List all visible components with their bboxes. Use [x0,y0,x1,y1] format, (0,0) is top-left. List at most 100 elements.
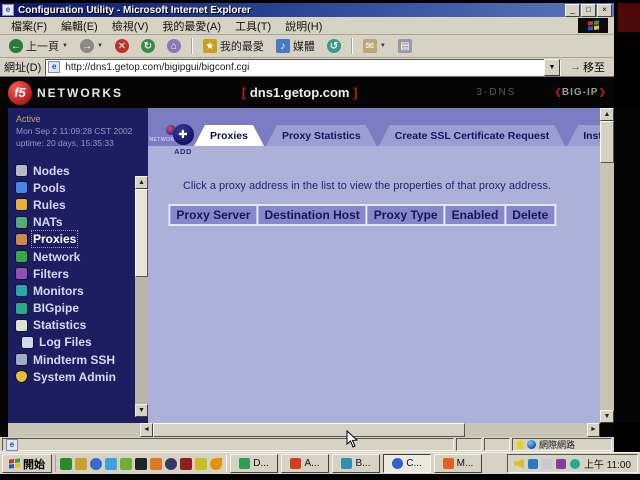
unit-status: Active [16,114,148,124]
horizontal-scrollbar[interactable] [153,423,587,437]
menu-favorites[interactable]: 我的最愛(A) [155,17,228,35]
quick-launch-icon-9[interactable] [180,458,192,470]
add-icon: ✚ [173,124,194,145]
forward-dropdown-icon[interactable]: ▼ [97,43,103,49]
sidebar-item-statistics[interactable]: Statistics [16,317,148,334]
tab-install-ssl-certificate[interactable]: Install SSL Certif [567,125,600,146]
zone-shield-icon [516,440,524,449]
quick-launch-icon-1[interactable] [60,458,72,470]
sidebar-scrollbar[interactable]: ▲ ▼ [135,176,148,417]
horizontal-scrollbar-track[interactable] [465,423,587,437]
tab-create-ssl-certificate-request[interactable]: Create SSL Certificate Request [379,125,565,146]
menu-help[interactable]: 說明(H) [278,17,329,35]
back-icon: ← [9,39,23,53]
quick-launch-icon-8[interactable] [165,458,177,470]
media-button[interactable]: ♪ 媒體 [271,36,320,56]
sidebar-item-filters[interactable]: Filters [16,265,148,282]
maximize-button[interactable]: □ [581,4,596,17]
back-button[interactable]: ← 上一頁 ▼ [4,36,73,56]
minimize-button[interactable]: _ [565,4,580,17]
tray-icon-2[interactable] [528,459,538,469]
sidebar-item-monitors[interactable]: Monitors [16,282,148,299]
tab-proxy-statistics[interactable]: Proxy Statistics [266,125,377,146]
quick-launch-icon-10[interactable] [195,458,207,470]
tray-icon-4[interactable] [556,459,566,469]
hostname-display: [ dns1.getop.com ] [123,85,476,100]
column-enabled[interactable]: Enabled [445,205,506,225]
forward-button[interactable]: → ▼ [75,37,108,55]
taskbar-window-1[interactable]: D... [230,454,278,473]
horizontal-scrollbar-thumb[interactable] [153,423,465,437]
window-2-icon [290,458,301,469]
taskbar: 開始 D... A... B... C... M... 上午 11:00 [0,452,640,474]
quick-launch-icon-5[interactable] [120,458,132,470]
scroll-down-icon[interactable]: ▼ [600,410,614,423]
start-button[interactable]: 開始 [2,454,52,473]
sidebar-item-network[interactable]: Network [16,248,148,265]
menu-edit[interactable]: 編輯(E) [54,17,105,35]
hostname: dns1.getop.com [250,85,350,100]
sidebar-item-pools[interactable]: Pools [16,179,148,196]
status-pane [484,438,510,451]
taskbar-window-5[interactable]: M... [434,454,482,473]
column-proxy-server[interactable]: Proxy Server [169,205,257,225]
sidebar-item-rules[interactable]: Rules [16,196,148,213]
main-area: Active Mon Sep 2 11:09:28 CST 2002 uptim… [0,108,640,423]
favorites-button[interactable]: ★ 我的最愛 [198,36,269,56]
home-button[interactable]: ⌂ [162,37,186,55]
address-input-box[interactable]: e ▼ [45,59,561,76]
quick-launch-icon-6[interactable] [135,458,147,470]
quick-launch-icon-4[interactable] [105,458,117,470]
volume-icon[interactable] [514,459,524,469]
close-button[interactable]: × [597,4,612,17]
sidebar-item-bigpipe[interactable]: BIGpipe [16,300,148,317]
tray-icon-5[interactable] [570,459,580,469]
menu-file[interactable]: 檔案(F) [4,17,54,35]
vertical-scrollbar-thumb[interactable] [600,121,614,163]
back-dropdown-icon[interactable]: ▼ [62,43,68,49]
mindterm-ssh-icon [16,354,27,365]
stop-button[interactable]: ✕ [110,37,134,55]
mail-button[interactable]: ✉ ▼ [358,37,391,55]
address-input[interactable] [63,60,544,75]
add-proxy-button[interactable]: ✚ ADD [168,124,198,156]
toolbar: ← 上一頁 ▼ → ▼ ✕ ↻ ⌂ ★ 我的最愛 ♪ 媒體 ↺ ✉ ▼ ▤ [0,35,614,58]
vertical-scrollbar-track[interactable] [600,163,614,410]
scroll-right-icon[interactable]: ► [587,423,600,437]
tab-proxies[interactable]: Proxies [194,125,264,146]
quick-launch-icon-2[interactable] [75,458,87,470]
column-delete[interactable]: Delete [505,205,555,225]
scroll-left-icon[interactable]: ◄ [140,423,153,437]
go-button[interactable]: → 移至 [565,58,610,76]
vertical-scrollbar[interactable]: ▲ ▼ [600,108,614,423]
scroll-down-icon[interactable]: ▼ [135,404,148,417]
menu-tools[interactable]: 工具(T) [228,17,278,35]
sidebar-item-nodes[interactable]: Nodes [16,162,148,179]
statistics-icon [16,320,27,331]
column-proxy-type[interactable]: Proxy Type [367,205,445,225]
scroll-up-icon[interactable]: ▲ [135,176,148,189]
horizontal-scrollbar-row: ◄ ► [0,423,614,437]
sidebar-item-log-files[interactable]: Log Files [16,334,148,351]
sidebar-item-proxies[interactable]: Proxies [16,231,148,248]
print-button[interactable]: ▤ [393,37,417,55]
quick-launch-icon-7[interactable] [150,458,162,470]
scroll-up-icon[interactable]: ▲ [600,108,614,121]
mail-dropdown-icon[interactable]: ▼ [380,43,386,49]
tray-icon-3[interactable] [542,459,552,469]
column-destination-host[interactable]: Destination Host [257,205,366,225]
sidebar-item-mindterm-ssh[interactable]: Mindterm SSH [16,351,148,368]
address-dropdown-icon[interactable]: ▼ [544,59,560,76]
sidebar-scrollbar-thumb[interactable] [135,189,148,277]
taskbar-window-3[interactable]: B... [332,454,380,473]
taskbar-window-2[interactable]: A... [281,454,329,473]
back-label: 上一頁 [26,38,59,54]
sidebar-item-nats[interactable]: NATs [16,214,148,231]
history-button[interactable]: ↺ [322,37,346,55]
quick-launch-icon-3[interactable] [90,458,102,470]
sidebar-item-system-admin[interactable]: System Admin [16,368,148,385]
refresh-button[interactable]: ↻ [136,37,160,55]
quick-launch-icon-11[interactable] [210,458,222,470]
taskbar-window-4[interactable]: C... [383,454,431,473]
menu-view[interactable]: 檢視(V) [105,17,156,35]
